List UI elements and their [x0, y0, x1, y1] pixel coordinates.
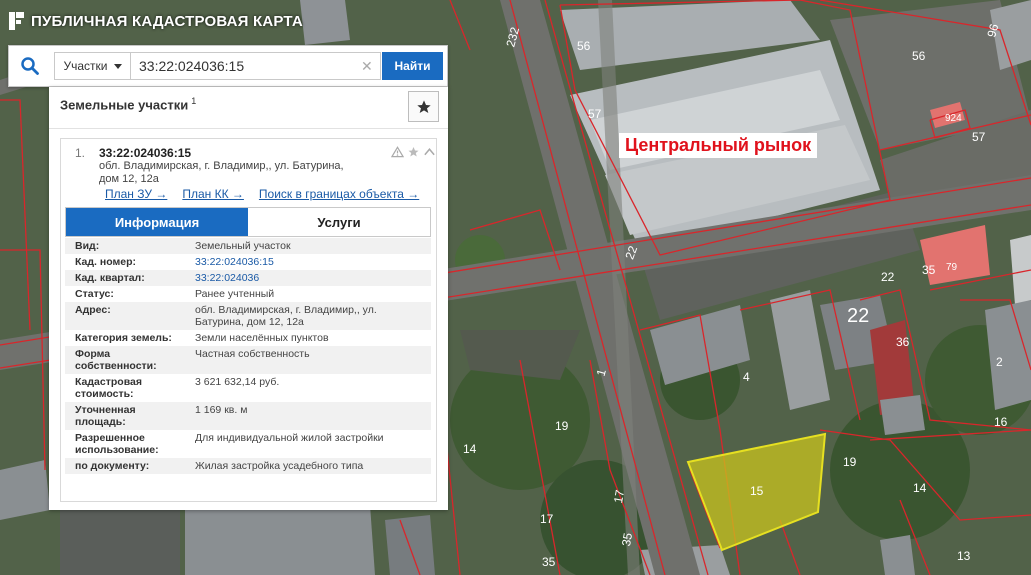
result-header: 1. 33:22:024036:15 обл. Владимирская, г.… [61, 143, 436, 185]
result-index: 1. [75, 146, 86, 160]
result-links: План ЗУ → План КК → Поиск в границах объ… [105, 187, 419, 201]
search-in-bounds-link[interactable]: Поиск в границах объекта → [259, 187, 419, 201]
svg-text:36: 36 [896, 335, 910, 349]
result-address-line1: обл. Владимирская, г. Владимир,, ул. Бат… [99, 160, 344, 172]
svg-text:2: 2 [996, 355, 1003, 369]
info-key: Кад. квартал: [75, 272, 145, 284]
svg-text:924: 924 [945, 113, 962, 124]
info-value: обл. Владимирская, г. Владимир,, ул. Бат… [195, 304, 377, 328]
results-count: 1 [191, 96, 197, 106]
info-row: Адрес: обл. Владимирская, г. Владимир,, у… [65, 302, 431, 330]
info-key: Кадастровая стоимость: [75, 376, 142, 400]
info-key: Адрес: [75, 304, 111, 316]
svg-text:57: 57 [972, 130, 986, 144]
info-row: по документу: Жилая застройка усадебного … [65, 458, 431, 474]
info-key: Вид: [75, 240, 100, 252]
info-key: Форма собственности: [75, 348, 157, 372]
svg-text:22: 22 [881, 270, 895, 284]
info-key: по документу: [75, 460, 150, 472]
panel-header: Земельные участки 1 [49, 87, 448, 129]
info-row: Категория земель: Земли населённых пункто… [65, 330, 431, 346]
panel-title: Земельные участки 1 [60, 96, 196, 112]
panel-title-text: Земельные участки [60, 97, 189, 113]
info-value: Земельный участок [195, 240, 291, 252]
info-key: Кад. номер: [75, 256, 137, 268]
tab-info[interactable]: Информация [66, 208, 248, 236]
svg-text:17: 17 [611, 488, 627, 504]
info-row: Вид: Земельный участок [65, 238, 431, 254]
info-key: Категория земель: [75, 332, 172, 344]
svg-text:14: 14 [463, 442, 477, 456]
svg-text:14: 14 [913, 481, 927, 495]
svg-text:16: 16 [994, 415, 1008, 429]
favorites-button[interactable] [408, 91, 439, 122]
info-value[interactable]: 33:22:024036 [185, 270, 431, 286]
result-tools [391, 146, 436, 158]
svg-text:15: 15 [750, 484, 764, 498]
chevron-down-icon [113, 63, 122, 69]
app-title: ПУБЛИЧНАЯ КАДАСТРОВАЯ КАРТА [31, 12, 303, 30]
search-bar: Участки ✕ Найти [8, 45, 448, 87]
info-row: Кад. номер: 33:22:024036:15 [65, 254, 431, 270]
svg-text:56: 56 [912, 49, 926, 63]
plan-kk-link[interactable]: План КК → [182, 187, 244, 201]
search-icon[interactable] [9, 46, 51, 86]
info-table: Вид: Земельный участок Кад. номер: 33:22:02… [65, 238, 431, 474]
result-address-line2: дом 12, 12а [99, 173, 159, 185]
info-value: Ранее учтенный [195, 288, 275, 300]
result-tabs: Информация Услуги [65, 207, 431, 237]
search-button[interactable]: Найти [382, 52, 443, 80]
svg-text:56: 56 [577, 39, 591, 53]
search-input[interactable] [130, 52, 381, 80]
info-key: Статус: [75, 288, 114, 300]
rosreestr-logo-icon [9, 12, 24, 30]
svg-text:79: 79 [946, 262, 958, 273]
search-type-label: Участки [63, 59, 108, 73]
results-panel: Земельные участки 1 1. 33:22:024036:15 об… [49, 87, 448, 510]
info-value[interactable]: 33:22:024036:15 [185, 254, 431, 270]
svg-text:35: 35 [922, 263, 936, 277]
info-value: 1 169 кв. м [195, 404, 248, 416]
svg-text:22: 22 [847, 305, 869, 327]
info-key: Уточненная площадь: [75, 404, 136, 428]
clear-icon[interactable]: ✕ [361, 58, 373, 75]
info-value: Земли населённых пунктов [195, 332, 329, 344]
svg-text:4: 4 [743, 370, 750, 384]
svg-text:35: 35 [619, 531, 635, 547]
info-row: Форма собственности: Частная собственност… [65, 346, 431, 374]
info-row: Статус: Ранее учтенный [65, 286, 431, 302]
info-row: Кадастровая стоимость: 3 621 632,14 руб. [65, 374, 431, 402]
warning-icon[interactable] [391, 146, 404, 158]
svg-text:35: 35 [542, 555, 556, 569]
map-label-central-market: Центральный рынок [619, 133, 818, 158]
plan-zu-link[interactable]: План ЗУ → [105, 187, 167, 201]
chevron-up-icon[interactable] [423, 146, 436, 158]
star-icon[interactable] [407, 146, 420, 158]
svg-text:17: 17 [540, 512, 554, 526]
info-key: Разрешенное использование: [75, 432, 159, 456]
info-value: Частная собственность [195, 348, 310, 360]
info-row: Кад. квартал: 33:22:024036 [65, 270, 431, 286]
info-value: 3 621 632,14 руб. [195, 376, 280, 388]
info-row: Разрешенное использование: Для индивидуал… [65, 430, 431, 458]
tab-services[interactable]: Услуги [248, 208, 430, 236]
info-value: Для индивидуальной жилой застройки [195, 432, 384, 444]
result-card[interactable]: 1. 33:22:024036:15 обл. Владимирская, г.… [60, 138, 437, 502]
svg-text:57: 57 [588, 107, 602, 121]
search-type-select[interactable]: Участки [54, 52, 130, 80]
info-value: Жилая застройка усадебного типа [195, 460, 364, 472]
svg-text:19: 19 [843, 455, 857, 469]
result-cad-number[interactable]: 33:22:024036:15 [99, 146, 191, 160]
result-address: обл. Владимирская, г. Владимир,, ул. Бат… [99, 160, 349, 186]
info-row: Уточненная площадь: 1 169 кв. м [65, 402, 431, 430]
svg-text:19: 19 [555, 419, 569, 433]
app-header: ПУБЛИЧНАЯ КАДАСТРОВАЯ КАРТА [8, 10, 303, 32]
svg-text:13: 13 [957, 549, 971, 563]
star-icon [416, 99, 431, 113]
